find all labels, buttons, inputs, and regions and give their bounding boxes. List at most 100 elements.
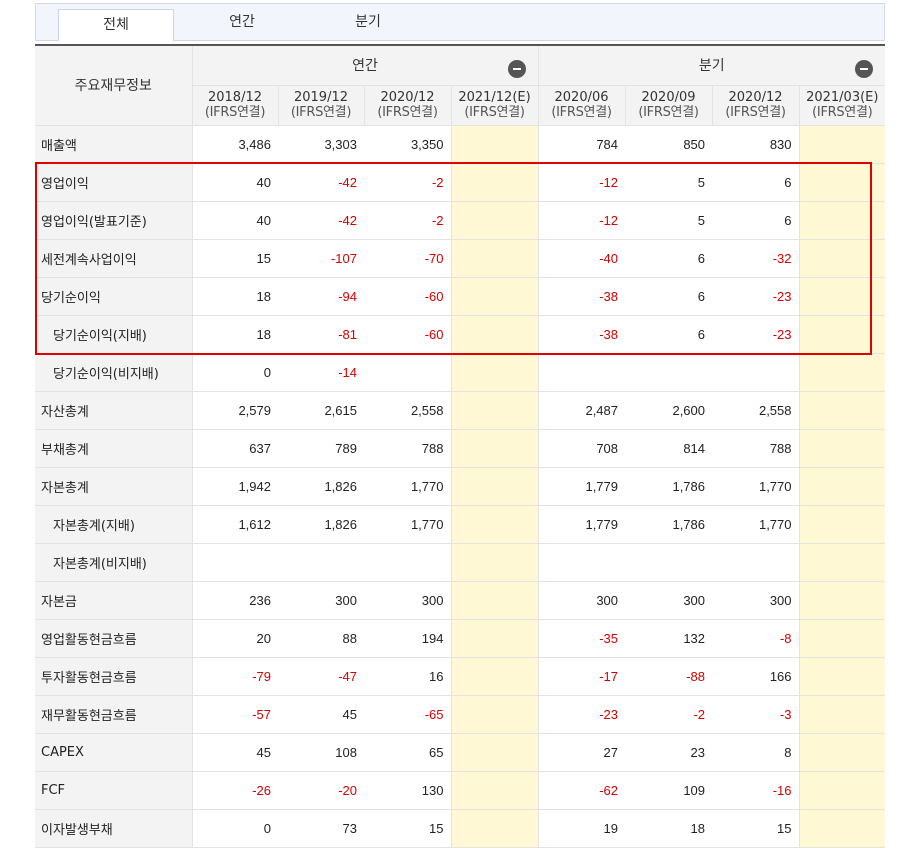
table-cell xyxy=(450,657,539,696)
table-cell: 1,612 xyxy=(191,505,278,544)
table-cell: 109 xyxy=(625,771,713,810)
table-cell: 88 xyxy=(278,619,364,658)
tab-all[interactable]: 전체 xyxy=(58,9,174,42)
table-cell: -65 xyxy=(364,695,451,734)
table-cell: -14 xyxy=(278,353,364,392)
table-row: 자본총계(비지배) xyxy=(35,543,886,582)
table-cell: -57 xyxy=(191,695,278,734)
table-cell: -40 xyxy=(537,239,626,278)
annual-group-label: 연간 xyxy=(352,58,378,75)
column-basis: (IFRS연결) xyxy=(290,105,352,120)
table-cell: 784 xyxy=(537,125,626,164)
table-row: FCF -26 -20 130 -62 109 -16 xyxy=(35,771,886,810)
quarter-group-header: 분기 xyxy=(537,44,886,86)
column-basis: (IFRS연결) xyxy=(725,105,786,120)
table-cell: -2 xyxy=(364,201,451,240)
tab-quarter[interactable]: 분기 xyxy=(310,4,426,41)
table-cell: 1,779 xyxy=(537,467,626,506)
row-label: FCF xyxy=(35,771,192,810)
table-cell: -79 xyxy=(191,657,278,696)
table-cell xyxy=(537,543,626,582)
table-cell: 300 xyxy=(278,581,364,620)
financial-table: 주요재무정보 연간 분기 2018/12 (IFRS연결) 2019/12 (IFRS… xyxy=(35,44,886,848)
table-cell: 3,303 xyxy=(278,125,364,164)
table-cell: 1,942 xyxy=(191,467,278,506)
table-cell xyxy=(450,125,539,164)
table-cell: -32 xyxy=(712,239,800,278)
table-cell xyxy=(450,353,539,392)
table-cell xyxy=(798,429,886,468)
table-cell xyxy=(450,163,539,202)
table-cell: -88 xyxy=(625,657,713,696)
table-cell: 6 xyxy=(625,277,713,316)
table-cell: 45 xyxy=(278,695,364,734)
table-cell: 1,826 xyxy=(278,467,364,506)
table-cell: 6 xyxy=(712,201,800,240)
collapse-annual-icon[interactable] xyxy=(507,60,526,78)
table-cell: 8 xyxy=(712,733,800,772)
row-label: 매출액 xyxy=(35,125,192,164)
table-cell: 15 xyxy=(191,239,278,278)
table-row: 재무활동현금흐름 -57 45 -65 -23 -2 -3 xyxy=(35,695,886,734)
table-row: 매출액 3,486 3,303 3,350 784 850 830 xyxy=(35,125,886,164)
table-cell xyxy=(450,467,539,506)
table-cell: 5 xyxy=(625,163,713,202)
table-cell: 789 xyxy=(278,429,364,468)
column-basis: (IFRS연결) xyxy=(377,105,438,120)
row-label: 자본총계(지배) xyxy=(35,505,192,544)
table-cell: 300 xyxy=(537,581,626,620)
table-cell: -12 xyxy=(537,163,626,202)
table-cell: -12 xyxy=(537,201,626,240)
row-label: 자산총계 xyxy=(35,391,192,430)
table-cell: 0 xyxy=(191,353,278,392)
row-label: 부채총계 xyxy=(35,429,192,468)
table-cell xyxy=(712,543,800,582)
table-cell: 300 xyxy=(712,581,800,620)
column-header: 2021/12(E) (IFRS연결) xyxy=(450,85,539,126)
table-row: 자산총계 2,579 2,615 2,558 2,487 2,600 2,558 xyxy=(35,391,886,430)
table-cell xyxy=(450,581,539,620)
table-cell: 20 xyxy=(191,619,278,658)
table-cell: -60 xyxy=(364,315,451,354)
collapse-quarter-icon[interactable] xyxy=(855,60,874,78)
table-cell: -23 xyxy=(537,695,626,734)
tab-annual[interactable]: 연간 xyxy=(184,4,300,41)
table-cell: -42 xyxy=(278,201,364,240)
row-label: 자본총계(비지배) xyxy=(35,543,192,582)
table-cell: 1,770 xyxy=(364,505,451,544)
column-period: 2020/09 xyxy=(641,90,696,105)
table-cell: 45 xyxy=(191,733,278,772)
column-basis: (IFRS연결) xyxy=(551,105,612,120)
row-label: 영업이익(발표기준) xyxy=(35,201,192,240)
table-cell xyxy=(450,315,539,354)
row-label: 자본총계 xyxy=(35,467,192,506)
table-cell xyxy=(798,505,886,544)
table-cell: 19 xyxy=(537,809,626,848)
table-cell: -2 xyxy=(364,163,451,202)
table-cell: 6 xyxy=(712,163,800,202)
table-row: 자본금 236 300 300 300 300 300 xyxy=(35,581,886,620)
table-cell: 132 xyxy=(625,619,713,658)
table-cell xyxy=(798,771,886,810)
table-cell: 236 xyxy=(191,581,278,620)
table-row: 당기순이익(비지배) 0 -14 xyxy=(35,353,886,392)
table-cell xyxy=(798,581,886,620)
table-cell xyxy=(191,543,278,582)
table-cell: -107 xyxy=(278,239,364,278)
table-cell: -23 xyxy=(712,315,800,354)
table-cell xyxy=(450,733,539,772)
table-cell: 1,779 xyxy=(537,505,626,544)
table-cell: -47 xyxy=(278,657,364,696)
table-row: 당기순이익(지배) 18 -81 -60 -38 6 -23 xyxy=(35,315,886,354)
table-cell: 788 xyxy=(364,429,451,468)
table-cell: 40 xyxy=(191,163,278,202)
table-cell: 708 xyxy=(537,429,626,468)
row-label: 자본금 xyxy=(35,581,192,620)
table-cell xyxy=(450,429,539,468)
table-cell: -38 xyxy=(537,315,626,354)
table-cell: 194 xyxy=(364,619,451,658)
table-cell: 166 xyxy=(712,657,800,696)
table-cell: 23 xyxy=(625,733,713,772)
row-label: 영업이익 xyxy=(35,163,192,202)
column-basis: (IFRS연결) xyxy=(638,105,699,120)
